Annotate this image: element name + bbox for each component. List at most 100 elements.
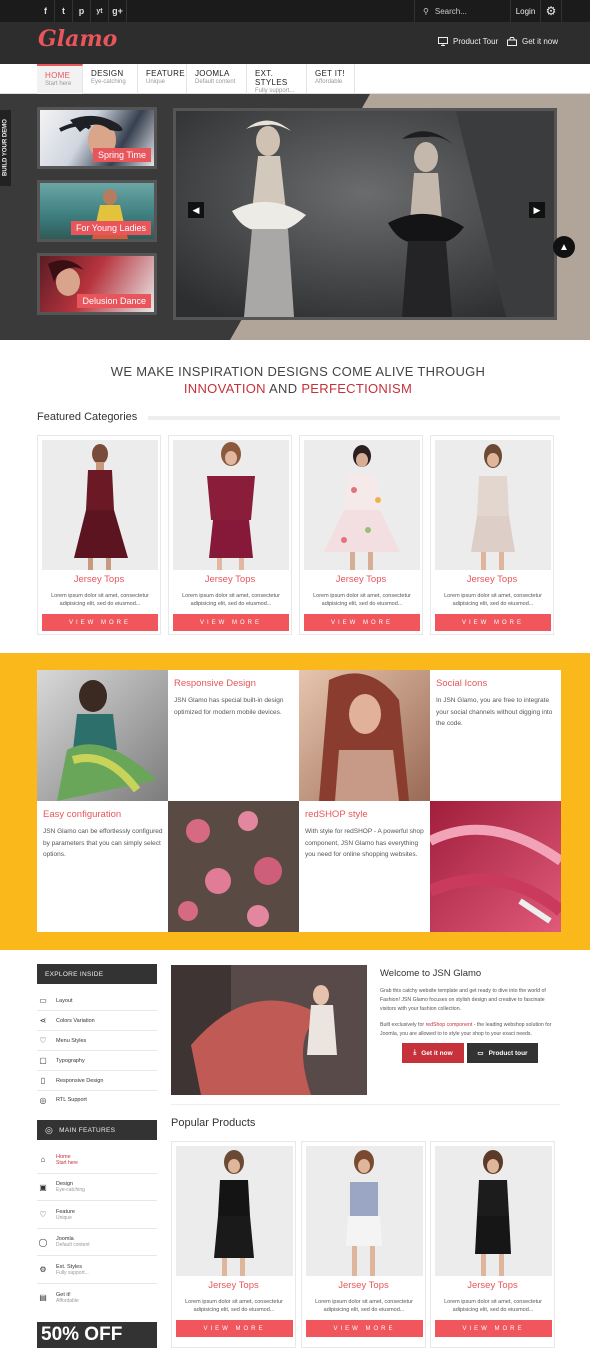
- sidebar-item-menu-styles[interactable]: ♡ Menu Styles: [37, 1031, 157, 1051]
- tagline-perfectionism: PERFECTIONISM: [301, 381, 413, 396]
- view-more-button[interactable]: VIEW MORE: [304, 614, 420, 631]
- nav-joomla[interactable]: JOOMLA Default content: [187, 64, 247, 94]
- product-photo: [346, 1150, 382, 1276]
- sale-banner[interactable]: 50% OFF: [37, 1322, 157, 1348]
- product-tour-button[interactable]: ▭ Product tour: [467, 1043, 538, 1063]
- product-card: Jersey Tops Lorem ipsum dolor sit amet, …: [299, 435, 423, 635]
- product-image[interactable]: [435, 440, 551, 570]
- monitor-icon: [438, 37, 448, 46]
- product-image[interactable]: [435, 1146, 552, 1276]
- model-photo: [57, 680, 157, 801]
- chevron-up-icon[interactable]: ▲: [553, 236, 575, 258]
- slide-thumb-spring-time[interactable]: Spring Time: [37, 107, 157, 169]
- welcome-image: [171, 965, 367, 1095]
- sidebar-item-joomla[interactable]: ◯ Joomla Default content: [37, 1229, 157, 1256]
- monitor-icon: ▭: [39, 996, 47, 1005]
- hero-slider[interactable]: ◀ ▶: [173, 108, 557, 320]
- product-name[interactable]: Jersey Tops: [169, 574, 291, 585]
- get-it-now-button[interactable]: ⤓ Get it now: [402, 1043, 464, 1063]
- sidebar-item-feature[interactable]: ♡ Feature Unique: [37, 1201, 157, 1229]
- product-name[interactable]: Jersey Tops: [431, 1280, 554, 1291]
- logo[interactable]: Glamo: [38, 26, 117, 52]
- fabric-photo: [430, 824, 561, 924]
- main-features-header: ◎ MAIN FEATURES: [37, 1120, 157, 1140]
- product-image[interactable]: [304, 440, 420, 570]
- button-label: Product tour: [488, 1049, 528, 1057]
- sidebar-item-label: Layout: [56, 997, 73, 1004]
- feature-image-tile: [168, 801, 299, 932]
- feature-image-tile: [37, 670, 168, 801]
- product-desc: Lorem ipsum dolor sit amet, consectetur …: [444, 1299, 542, 1313]
- product-image[interactable]: [306, 1146, 423, 1276]
- google-plus-icon[interactable]: g+: [109, 0, 127, 22]
- sidebar-item-responsive[interactable]: ▯ Responsive Design: [37, 1071, 157, 1091]
- slider-next-arrow[interactable]: ▶: [529, 202, 545, 218]
- product-photo: [74, 444, 128, 570]
- sidebar-item-typography[interactable]: ▢ Typography: [37, 1051, 157, 1071]
- sidebar-item-sub: Fully support...: [56, 1269, 89, 1276]
- download-icon: ⤓: [413, 1049, 417, 1056]
- search-icon: ⚲: [423, 6, 429, 16]
- sidebar-item-home[interactable]: ⌂ Home Start here: [37, 1146, 157, 1174]
- slide-thumb-young-ladies[interactable]: For Young Ladies: [37, 180, 157, 242]
- feature-image-tile: [299, 670, 430, 801]
- monitor-icon: ▭: [477, 1050, 484, 1057]
- tagline-innovation: INNOVATION: [183, 381, 266, 396]
- nav-get-it[interactable]: GET IT! Affordable: [307, 64, 355, 94]
- sidebar-item-sub: Unique: [56, 1214, 72, 1221]
- search-input[interactable]: Search...: [435, 7, 467, 16]
- globe-icon: ◎: [39, 1095, 47, 1105]
- view-more-button[interactable]: VIEW MORE: [173, 614, 289, 631]
- youtube-icon[interactable]: yt: [91, 0, 109, 22]
- nav-feature[interactable]: FEATURE Unique: [138, 64, 187, 94]
- sidebar-item-get-it[interactable]: ▤ Get it! Affordable: [37, 1284, 157, 1311]
- view-more-button[interactable]: VIEW MORE: [435, 614, 551, 631]
- slide-caption: For Young Ladies: [70, 221, 151, 235]
- redshop-link[interactable]: redShop component: [426, 1022, 473, 1028]
- product-image[interactable]: [42, 440, 158, 570]
- slide-thumb-delusion-dance[interactable]: Delusion Dance: [37, 253, 157, 315]
- build-demo-tab[interactable]: BUILD YOUR DEMO: [0, 110, 11, 186]
- product-desc: Lorem ipsum dolor sit amet, consectetur …: [51, 593, 149, 607]
- feature-text: In JSN Glamo, you are free to integrate …: [436, 697, 553, 727]
- tagline-line2: INNOVATION AND PERFECTIONISM: [0, 381, 590, 396]
- nav-subtitle: Start here: [45, 81, 72, 87]
- sidebar-item-ext-styles[interactable]: ⚙ Ext. Styles Fully support...: [37, 1256, 157, 1284]
- share-icon: ⋖: [39, 1016, 47, 1025]
- pinterest-icon[interactable]: p: [73, 0, 91, 22]
- product-name[interactable]: Jersey Tops: [431, 574, 553, 585]
- product-image[interactable]: [173, 440, 289, 570]
- chat-icon: ▢: [39, 1056, 47, 1065]
- nav-home[interactable]: HOME Start here: [37, 64, 83, 94]
- get-it-now-label: Get it now: [522, 37, 559, 46]
- product-name[interactable]: Jersey Tops: [300, 574, 422, 585]
- welcome-title: Welcome to JSN Glamo: [380, 968, 482, 979]
- sidebar-item-label: Typography: [56, 1057, 85, 1064]
- gear-icon[interactable]: ⚙: [540, 0, 562, 22]
- slider-prev-arrow[interactable]: ◀: [188, 202, 204, 218]
- view-more-button[interactable]: VIEW MORE: [176, 1320, 293, 1337]
- get-it-now-link[interactable]: Get it now: [507, 37, 558, 46]
- facebook-icon[interactable]: f: [37, 0, 55, 22]
- image-icon: ▣: [39, 1182, 47, 1192]
- product-image[interactable]: [176, 1146, 293, 1276]
- sidebar-item-design[interactable]: ▣ Design Eye-catching: [37, 1174, 157, 1201]
- sidebar-item-layout[interactable]: ▭ Layout: [37, 991, 157, 1011]
- product-desc: Lorem ipsum dolor sit amet, consectetur …: [444, 593, 542, 607]
- feature-text: JSN Glamo has special built-in design op…: [174, 697, 284, 716]
- view-more-button[interactable]: VIEW MORE: [42, 614, 158, 631]
- login-button[interactable]: Login: [510, 0, 540, 22]
- product-tour-link[interactable]: Product Tour: [438, 37, 498, 46]
- sidebar-item-colors[interactable]: ⋖ Colors Variation: [37, 1011, 157, 1031]
- view-more-button[interactable]: VIEW MORE: [306, 1320, 423, 1337]
- cart-icon: ▤: [39, 1293, 47, 1302]
- twitter-icon[interactable]: t: [55, 0, 73, 22]
- nav-ext-styles[interactable]: EXT. STYLES Fully support...: [247, 64, 307, 94]
- product-name[interactable]: Jersey Tops: [38, 574, 160, 585]
- sidebar-item-rtl[interactable]: ◎ RTL Support: [37, 1091, 157, 1109]
- product-name[interactable]: Jersey Tops: [302, 1280, 425, 1291]
- search-box[interactable]: ⚲ Search...: [414, 0, 510, 22]
- view-more-button[interactable]: VIEW MORE: [435, 1320, 552, 1337]
- nav-design[interactable]: DESIGN Eye-catching: [83, 64, 138, 94]
- product-name[interactable]: Jersey Tops: [172, 1280, 295, 1291]
